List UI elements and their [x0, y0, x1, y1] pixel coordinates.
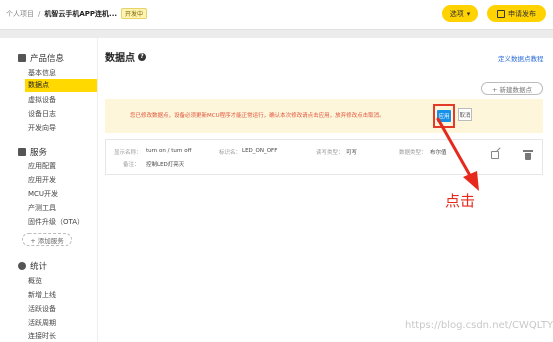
remark-label: 备注：	[123, 162, 140, 168]
sidebar-section-services: 服务	[18, 146, 47, 158]
page-title: 数据点	[105, 53, 135, 64]
identifier-label: 标识名：	[219, 150, 242, 156]
sidebar-item-new-online[interactable]: 新增上线	[28, 290, 56, 300]
page-title-row: 数据点 ?	[105, 49, 146, 64]
identifier-value: LED_ON_OFF	[242, 148, 278, 154]
edit-icon[interactable]	[491, 151, 499, 159]
sidebar-item-overview[interactable]: 概览	[28, 276, 42, 286]
sidebar: 产品信息 基本信息 数据点 虚拟设备 设备日志 开发向导 服务 应用配置 应用开…	[0, 38, 97, 342]
publish-button[interactable]: 申请发布	[487, 5, 546, 22]
rw-type-value: 可写	[346, 150, 358, 156]
watermark: https://blog.csdn.net/CWQLTYH	[405, 320, 553, 331]
sidebar-item-device-log[interactable]: 设备日志	[28, 109, 56, 119]
display-name-value: turn on / turn off	[146, 148, 192, 154]
breadcrumb-separator: /	[38, 9, 41, 18]
sidebar-item-datapoints[interactable]: 数据点	[25, 79, 97, 92]
data-type-label: 数据类型：	[399, 150, 427, 156]
rw-type-label: 读写类型：	[316, 150, 344, 156]
help-icon[interactable]: ?	[138, 52, 146, 61]
options-button[interactable]: 选项 ▾	[442, 5, 478, 22]
top-bar: 个人项目 / 机智云手机APP连机... 开发中 选项 ▾ 申请发布	[0, 0, 553, 30]
sidebar-item-active-devices[interactable]: 活跃设备	[28, 304, 56, 314]
new-datapoint-button[interactable]: + 新建数据点	[481, 82, 543, 95]
remark-value: 控制LED灯亮灭	[146, 162, 185, 168]
sidebar-item-ota[interactable]: 固件升级（OTA）	[28, 217, 84, 227]
sidebar-item-connection-time[interactable]: 连接时长	[28, 331, 56, 341]
breadcrumb: 个人项目 / 机智云手机APP连机... 开发中	[6, 8, 148, 19]
pie-chart-icon	[18, 262, 26, 270]
status-badge: 开发中	[121, 8, 148, 19]
section-title: 服务	[30, 148, 48, 158]
sidebar-item-virtual-device[interactable]: 虚拟设备	[28, 95, 56, 105]
publish-label: 申请发布	[508, 9, 536, 18]
sidebar-item-app-config[interactable]: 应用配置	[28, 161, 56, 171]
publish-icon	[497, 9, 505, 18]
sidebar-item-active-cycle[interactable]: 活跃周期	[28, 318, 56, 328]
display-name-label: 显示名称：	[114, 150, 142, 156]
sidebar-item-basic-info[interactable]: 基本信息	[28, 68, 56, 78]
section-title: 产品信息	[30, 54, 65, 64]
breadcrumb-project: 机智云手机APP连机...	[44, 9, 118, 18]
sidebar-section-stats: 统计	[18, 260, 47, 272]
tutorial-link[interactable]: 定义数据点教程	[498, 53, 544, 63]
sidebar-item-app-dev[interactable]: 应用开发	[28, 175, 56, 185]
notice-message: 您已修改数据点，设备必须更新MCU程序才能正常运行，确认本次修改请点击应用，放弃…	[130, 113, 385, 119]
sidebar-item-dev-guide[interactable]: 开发向导	[28, 123, 56, 133]
add-service-button[interactable]: + 添加服务	[22, 233, 72, 246]
sidebar-section-product-info: 产品信息	[18, 52, 64, 64]
trash-icon[interactable]	[523, 150, 533, 160]
sidebar-item-mcu-dev[interactable]: MCU开发	[28, 189, 58, 199]
annotation-text: 点击	[445, 192, 476, 210]
section-title: 统计	[30, 262, 48, 272]
sidebar-item-test-tools[interactable]: 产测工具	[28, 203, 56, 213]
chevron-down-icon: ▾	[466, 9, 471, 18]
annotation-arrow	[436, 117, 479, 191]
grid-icon	[18, 148, 26, 156]
grid-icon	[18, 54, 26, 62]
breadcrumb-root[interactable]: 个人项目	[6, 9, 34, 19]
options-label: 选项	[449, 9, 464, 18]
